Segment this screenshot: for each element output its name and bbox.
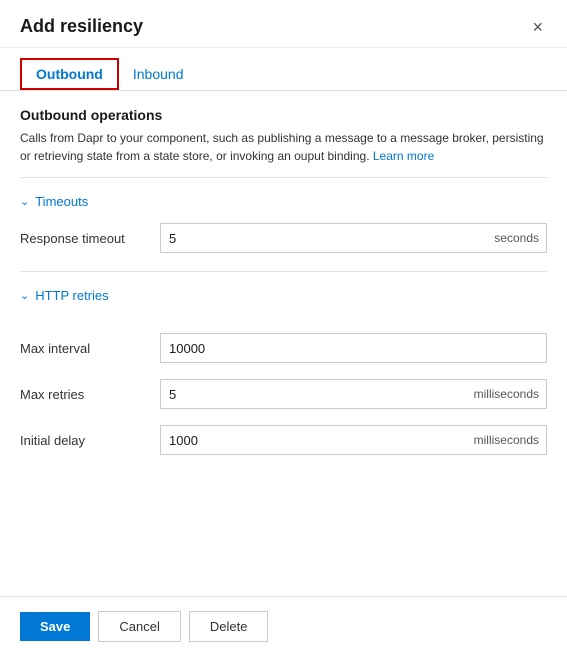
max-interval-input-wrap [160,333,547,363]
max-retries-input[interactable] [160,379,547,409]
dialog-body: Outbound operations Calls from Dapr to y… [0,91,567,596]
tab-inbound[interactable]: Inbound [119,58,198,90]
divider-2 [20,271,547,272]
timeouts-label: Timeouts [35,194,88,209]
outbound-section-title: Outbound operations [20,107,547,123]
close-button[interactable]: × [528,18,547,36]
response-timeout-input-wrap: seconds [160,223,547,253]
section-gap [20,309,547,325]
learn-more-link[interactable]: Learn more [373,149,434,163]
cancel-button[interactable]: Cancel [98,611,180,642]
http-retries-label: HTTP retries [35,288,108,303]
initial-delay-row: Initial delay milliseconds [20,417,547,463]
initial-delay-input-wrap: milliseconds [160,425,547,455]
dialog-title: Add resiliency [20,16,143,37]
max-retries-row: Max retries milliseconds [20,371,547,417]
tabs-container: Outbound Inbound [0,48,567,91]
outbound-operations-section: Outbound operations Calls from Dapr to y… [20,107,547,165]
tab-outbound[interactable]: Outbound [20,58,119,90]
add-resiliency-dialog: Add resiliency × Outbound Inbound Outbou… [0,0,567,656]
response-timeout-row: Response timeout seconds [20,215,547,261]
response-timeout-input[interactable] [160,223,547,253]
timeouts-chevron-icon: ⌄ [20,195,29,208]
save-button[interactable]: Save [20,612,90,641]
http-retries-chevron-icon: ⌄ [20,289,29,302]
max-retries-label: Max retries [20,387,160,402]
initial-delay-input[interactable] [160,425,547,455]
outbound-section-desc: Calls from Dapr to your component, such … [20,129,547,165]
timeouts-section: ⌄ Timeouts Response timeout seconds [20,188,547,261]
dialog-footer: Save Cancel Delete [0,596,567,656]
max-retries-input-wrap: milliseconds [160,379,547,409]
max-interval-input[interactable] [160,333,547,363]
dialog-header: Add resiliency × [0,0,567,48]
max-interval-label: Max interval [20,341,160,356]
http-retries-header[interactable]: ⌄ HTTP retries [20,282,547,309]
delete-button[interactable]: Delete [189,611,269,642]
timeouts-header[interactable]: ⌄ Timeouts [20,188,547,215]
desc-text: Calls from Dapr to your component, such … [20,131,544,163]
divider-1 [20,177,547,178]
response-timeout-label: Response timeout [20,231,160,246]
http-retries-section: ⌄ HTTP retries Max interval Max retries … [20,282,547,463]
max-interval-row: Max interval [20,325,547,371]
initial-delay-label: Initial delay [20,433,160,448]
